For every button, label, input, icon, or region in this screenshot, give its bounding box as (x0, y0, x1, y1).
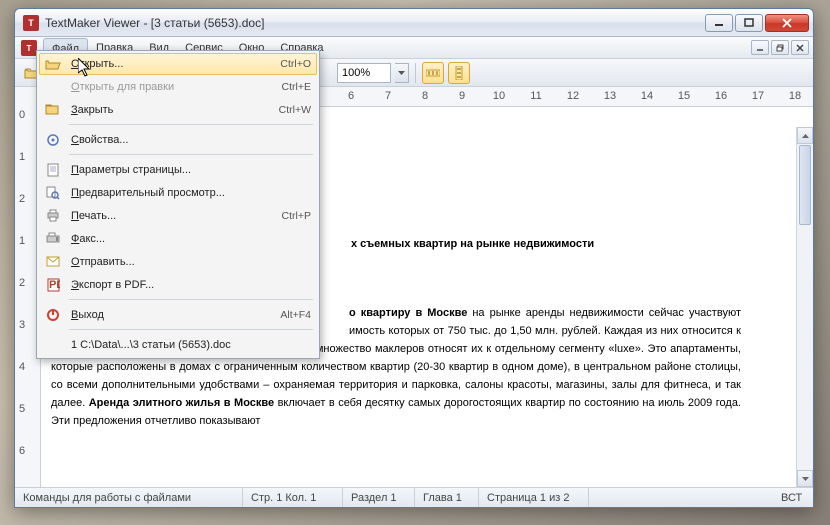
doc-minimize-button[interactable] (751, 40, 769, 55)
blank-icon (43, 79, 63, 95)
status-insert-mode: ВСТ (773, 488, 813, 507)
menu-item[interactable]: Параметры страницы... (39, 158, 317, 181)
doc-restore-button[interactable] (771, 40, 789, 55)
menu-item-label: Экспорт в PDF... (71, 279, 311, 291)
status-hint: Команды для работы с файлами (15, 488, 243, 507)
mouse-cursor-icon (78, 58, 92, 78)
exit-icon (43, 307, 63, 323)
ruler-v-toggle[interactable] (448, 62, 470, 84)
zoom-dropdown[interactable] (395, 63, 409, 83)
preview-icon (43, 185, 63, 201)
menu-item[interactable]: Предварительный просмотр... (39, 181, 317, 204)
send-icon (43, 254, 63, 270)
menu-item[interactable]: PDF Экспорт в PDF... (39, 273, 317, 296)
menu-item-label: Закрыть (71, 104, 279, 116)
status-chapter: Глава 1 (415, 488, 479, 507)
menu-item[interactable]: Печать...Ctrl+P (39, 204, 317, 227)
menu-item[interactable]: Факс... (39, 227, 317, 250)
app-menu-icon[interactable]: T (21, 40, 37, 56)
vertical-scrollbar[interactable] (796, 127, 813, 487)
menu-item-label: 1 C:\Data\...\3 статьи (5653).doc (71, 339, 311, 351)
menu-item[interactable]: Отправить... (39, 250, 317, 273)
menu-item-shortcut: Ctrl+W (279, 104, 311, 116)
menu-item-label: Выход (71, 309, 280, 321)
menu-item[interactable]: 1 C:\Data\...\3 статьи (5653).doc (39, 333, 317, 356)
menu-item-shortcut: Ctrl+E (282, 81, 311, 93)
print-icon (43, 208, 63, 224)
menu-item-label: Открыть для правки (71, 81, 282, 93)
menu-item[interactable]: ВыходAlt+F4 (39, 303, 317, 326)
page-setup-icon (43, 162, 63, 178)
doc-close-button[interactable] (791, 40, 809, 55)
app-icon: T (23, 15, 39, 31)
menu-item-label: Печать... (71, 210, 282, 222)
menu-item-shortcut: Alt+F4 (280, 309, 311, 321)
status-position: Стр. 1 Кол. 1 (243, 488, 343, 507)
ruler-h-toggle[interactable] (422, 62, 444, 84)
menu-item-shortcut: Ctrl+P (282, 210, 311, 222)
menu-item[interactable]: ЗакрытьCtrl+W (39, 98, 317, 121)
menu-item-label: Предварительный просмотр... (71, 187, 311, 199)
fax-icon (43, 231, 63, 247)
blank-icon (43, 337, 63, 353)
menu-item[interactable]: Свойства... (39, 128, 317, 151)
scroll-down-button[interactable] (797, 470, 813, 487)
status-section: Раздел 1 (343, 488, 415, 507)
menu-item-label: Факс... (71, 233, 311, 245)
titlebar[interactable]: T TextMaker Viewer - [3 статьи (5653).do… (15, 9, 813, 37)
file-menu-dropdown: Открыть...Ctrl+O Открыть для правкиCtrl+E… (36, 50, 320, 359)
menu-item-label: Свойства... (71, 134, 311, 146)
properties-icon (43, 132, 63, 148)
scroll-up-button[interactable] (797, 127, 813, 144)
folder-open-icon (43, 56, 63, 72)
window-title: TextMaker Viewer - [3 статьи (5653).doc] (45, 16, 705, 30)
menu-item-shortcut: Ctrl+O (280, 58, 311, 70)
status-page: Страница 1 из 2 (479, 488, 589, 507)
svg-text:PDF: PDF (49, 279, 60, 291)
scroll-thumb[interactable] (799, 145, 811, 225)
pdf-icon: PDF (43, 277, 63, 293)
menu-item: Открыть для правкиCtrl+E (39, 75, 317, 98)
status-spacer (589, 488, 773, 507)
zoom-field[interactable]: 100% (337, 63, 391, 83)
folder-close-icon (43, 102, 63, 118)
menu-item-label: Параметры страницы... (71, 164, 311, 176)
menu-item-label: Отправить... (71, 256, 311, 268)
close-button[interactable] (765, 14, 809, 32)
maximize-button[interactable] (735, 14, 763, 32)
minimize-button[interactable] (705, 14, 733, 32)
statusbar: Команды для работы с файлами Стр. 1 Кол.… (15, 487, 813, 507)
menu-item-label: Открыть... (71, 58, 280, 70)
